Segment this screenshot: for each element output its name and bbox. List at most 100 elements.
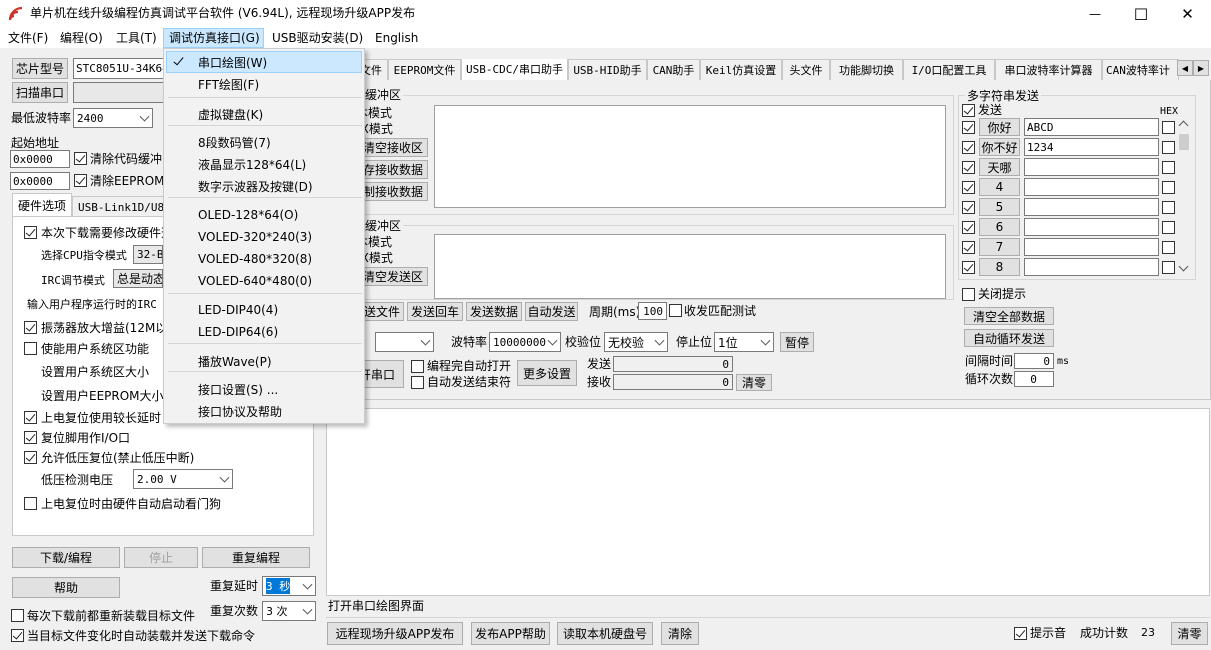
multi-row-send-button[interactable]: 8: [979, 258, 1020, 276]
tab-scroll-left[interactable]: ◀: [1177, 60, 1193, 76]
baud-select[interactable]: 10000000: [489, 332, 561, 352]
multi-row-send-button[interactable]: 6: [979, 218, 1020, 236]
send-textarea[interactable]: [434, 234, 946, 299]
loop-count-field[interactable]: 0: [1014, 371, 1054, 387]
port-select[interactable]: [375, 332, 434, 352]
match-test-checkbox[interactable]: [669, 304, 682, 317]
sys-area-checkbox[interactable]: [24, 342, 37, 355]
menu-item-1[interactable]: FFT绘图(F): [164, 73, 366, 95]
tab-usb-hid[interactable]: USB-HID助手: [568, 59, 647, 80]
auto-send-button[interactable]: 自动发送: [525, 302, 578, 321]
scroll-down-icon[interactable]: [1178, 261, 1189, 272]
usblink-tab-header[interactable]: USB-Link1D/U8W: [72, 196, 164, 217]
tone-checkbox[interactable]: [1014, 627, 1027, 640]
auto-open-checkbox[interactable]: [411, 360, 424, 373]
multi-row-hex-checkbox[interactable]: [1162, 121, 1175, 134]
multi-row-hex-checkbox[interactable]: [1162, 161, 1175, 174]
multi-scrollbar[interactable]: [1177, 118, 1191, 276]
multi-row-hex-checkbox[interactable]: [1162, 241, 1175, 254]
menu-english[interactable]: English: [375, 30, 418, 46]
tab-keil[interactable]: Keil仿真设置: [700, 59, 782, 80]
tab-usb-cdc[interactable]: USB-CDC/串口助手: [461, 59, 568, 80]
multi-row-text-field[interactable]: 1234: [1024, 138, 1159, 156]
multi-row-checkbox[interactable]: [962, 261, 975, 274]
reset-delay-checkbox[interactable]: [24, 411, 37, 424]
scroll-thumb[interactable]: [1179, 134, 1189, 150]
menu-item-5[interactable]: 数字示波器及按键(D): [164, 175, 366, 197]
menu-item-2[interactable]: 虚拟键盘(K): [164, 103, 366, 125]
multi-row-hex-checkbox[interactable]: [1162, 221, 1175, 234]
multi-row-text-field[interactable]: [1024, 238, 1159, 256]
send-enter-button[interactable]: 发送回车: [407, 302, 463, 321]
close-button[interactable]: ✕: [1164, 0, 1211, 28]
irc-mode-select[interactable]: 总是动态: [113, 269, 163, 288]
multi-row-hex-checkbox[interactable]: [1162, 201, 1175, 214]
read-disk-button[interactable]: 读取本机硬盘号: [557, 622, 653, 645]
tab-io-config[interactable]: I/O口配置工具: [903, 59, 995, 80]
stopbit-select[interactable]: 1位: [714, 332, 774, 352]
multi-row-text-field[interactable]: [1024, 198, 1159, 216]
clear-button[interactable]: 清除: [661, 622, 699, 645]
menu-item-10[interactable]: LED-DIP40(4): [164, 299, 366, 321]
tab-can-baud[interactable]: CAN波特率计: [1102, 59, 1179, 80]
cpu-mode-select[interactable]: 32-B: [133, 245, 163, 264]
code-address-field[interactable]: 0x0000: [10, 150, 70, 168]
menu-file[interactable]: 文件(F): [8, 30, 48, 46]
menu-item-7[interactable]: VOLED-320*240(3): [164, 226, 366, 248]
multi-row-send-button[interactable]: 你好: [979, 118, 1020, 136]
multi-send-all-checkbox[interactable]: [962, 104, 975, 117]
close-tip-checkbox[interactable]: [962, 288, 975, 301]
low-voltage-select[interactable]: 2.00 V: [133, 469, 233, 489]
minimize-button[interactable]: —: [1072, 0, 1118, 28]
multi-row-send-button[interactable]: 5: [979, 198, 1020, 216]
menu-item-8[interactable]: VOLED-480*320(8): [164, 248, 366, 270]
recv-textarea[interactable]: [434, 105, 946, 208]
menu-item-4[interactable]: 液晶显示128*64(L): [164, 153, 366, 175]
multi-row-text-field[interactable]: ABCD: [1024, 118, 1159, 136]
scan-port-button[interactable]: 扫描串口: [12, 82, 68, 103]
multi-row-checkbox[interactable]: [962, 141, 975, 154]
chip-model-button[interactable]: 芯片型号: [12, 58, 68, 79]
auto-loop-button[interactable]: 自动循环发送: [964, 329, 1054, 347]
repeat-delay-select[interactable]: 3 秒: [262, 576, 316, 596]
tab-pin-switch[interactable]: 功能脚切换: [830, 59, 903, 80]
modify-hw-checkbox[interactable]: [24, 226, 37, 239]
menu-usb-driver[interactable]: USB驱动安装(D): [272, 30, 363, 46]
multi-row-hex-checkbox[interactable]: [1162, 141, 1175, 154]
multi-row-checkbox[interactable]: [962, 121, 975, 134]
reload-checkbox[interactable]: [11, 609, 24, 622]
multi-row-send-button[interactable]: 7: [979, 238, 1020, 256]
clear-counter-button[interactable]: 清零: [736, 374, 772, 391]
multi-row-hex-checkbox[interactable]: [1162, 181, 1175, 194]
repeat-count-select[interactable]: 3 次: [262, 601, 316, 621]
auto-end-checkbox[interactable]: [411, 376, 424, 389]
multi-row-send-button[interactable]: 天哪: [979, 158, 1020, 176]
clear-success-button[interactable]: 清零: [1171, 622, 1208, 645]
multi-row-send-button[interactable]: 4: [979, 178, 1020, 196]
output-area[interactable]: [326, 408, 1210, 596]
menu-item-14[interactable]: 接口协议及帮助: [164, 400, 366, 422]
menu-item-13[interactable]: 接口设置(S) ...: [164, 378, 366, 400]
multi-row-checkbox[interactable]: [962, 201, 975, 214]
remote-upgrade-button[interactable]: 远程现场升级APP发布: [327, 622, 463, 645]
period-field[interactable]: 100: [638, 302, 667, 320]
menu-program[interactable]: 编程(O): [60, 30, 103, 46]
help-button[interactable]: 帮助: [12, 577, 120, 598]
menu-item-3[interactable]: 8段数码管(7): [164, 131, 366, 153]
stop-button[interactable]: 停止: [124, 547, 198, 568]
multi-row-text-field[interactable]: [1024, 218, 1159, 236]
hardware-tab-header[interactable]: 硬件选项: [12, 193, 72, 217]
osc-gain-checkbox[interactable]: [24, 321, 37, 334]
send-data-button[interactable]: 发送数据: [466, 302, 522, 321]
pause-button[interactable]: 暂停: [780, 332, 814, 352]
tab-scroll-right[interactable]: ▶: [1193, 60, 1209, 76]
tab-header-file[interactable]: 头文件: [782, 59, 830, 80]
reprogram-button[interactable]: 重复编程: [202, 547, 310, 568]
multi-row-text-field[interactable]: [1024, 178, 1159, 196]
clear-all-button[interactable]: 清空全部数据: [964, 307, 1054, 325]
menu-debug-interface[interactable]: 调试仿真接口(G): [163, 28, 264, 48]
multi-row-text-field[interactable]: [1024, 258, 1159, 276]
multi-row-hex-checkbox[interactable]: [1162, 261, 1175, 274]
multi-row-checkbox[interactable]: [962, 221, 975, 234]
menu-item-0[interactable]: 串口绘图(W): [164, 51, 366, 73]
